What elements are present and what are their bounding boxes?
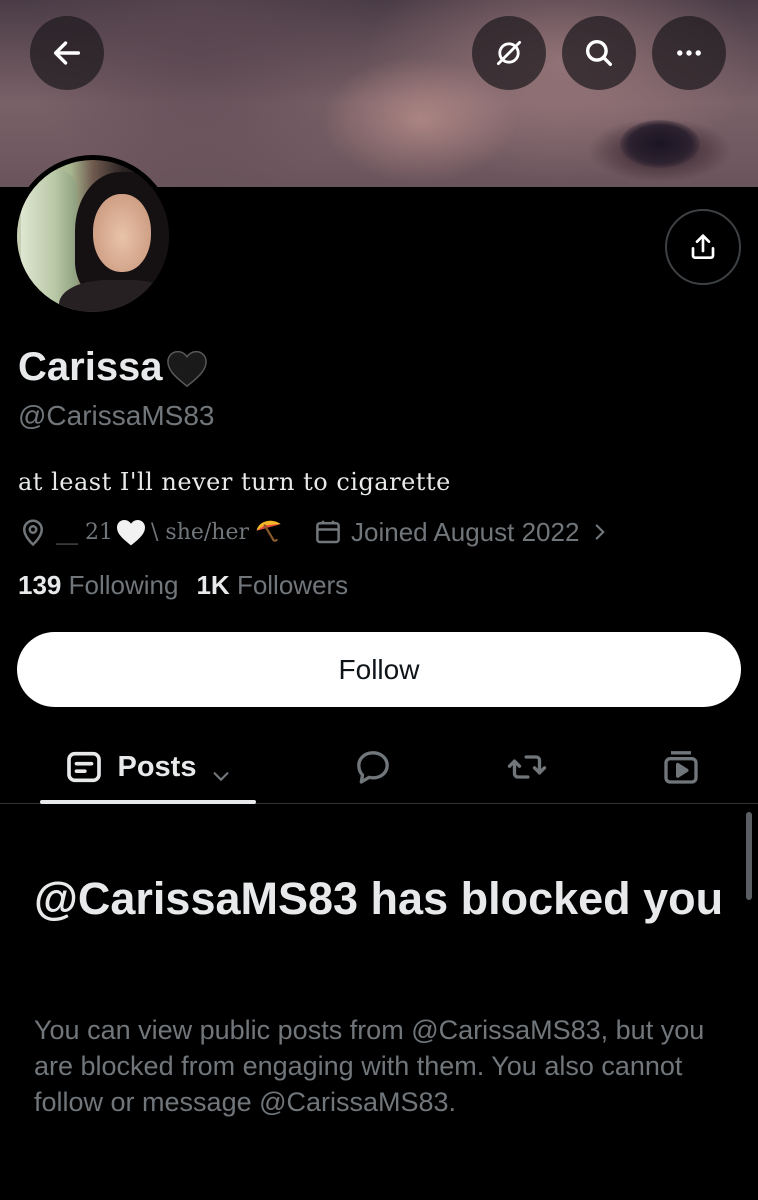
active-tab-indicator [40,800,256,804]
black-heart-icon [166,350,207,387]
display-name-text: Carissa [18,345,163,389]
following-count: 139 [18,570,62,600]
scrollbar[interactable] [746,812,752,900]
profile-location: __ 21 [56,519,113,545]
followers-stat[interactable]: 1K Followers [196,570,348,601]
profile-handle: @CarissaMS83 [18,400,215,431]
display-name: Carissa [18,345,209,390]
tab-replies[interactable] [338,732,408,802]
reply-bubble-icon [357,751,389,784]
joined-date[interactable]: Joined August 2022 [351,517,579,548]
chevron-right-icon[interactable] [589,519,611,545]
followers-count: 1K [196,570,230,600]
calendar-icon [313,517,343,547]
search-button[interactable] [562,16,636,90]
search-icon [585,39,613,67]
following-stat[interactable]: 139 Following [18,570,178,601]
profile-meta: __ 21 \ she/her Joined August 2022 [18,512,611,552]
avatar-photo-detail [93,194,151,272]
tab-media[interactable] [646,732,716,802]
more-options-button[interactable] [652,16,726,90]
share-button[interactable] [665,209,741,285]
profile-avatar[interactable] [12,155,174,317]
banner-photo-detail [620,120,700,168]
profile-screen: Carissa @CarissaMS83 at least I'll never… [0,0,758,1200]
media-icon [664,751,698,784]
white-heart-icon [115,517,147,547]
blocked-title: @CarissaMS83 has blocked you [34,873,724,924]
more-icon [677,50,701,56]
umbrella-icon [253,516,287,548]
follow-button[interactable]: Follow [17,632,741,707]
profile-pronouns: \ she/her [151,519,250,545]
posts-icon [66,751,101,783]
profile-tabs: Posts [0,732,758,804]
back-button[interactable] [30,16,104,90]
location-pin-icon [18,517,48,547]
followers-label: Followers [236,570,349,600]
tab-posts-label: Posts [117,750,197,783]
chevron-down-icon [210,756,232,782]
tab-posts[interactable]: Posts [40,732,256,802]
grok-button[interactable] [472,16,546,90]
share-icon [691,234,715,259]
repost-icon [507,755,547,779]
following-label: Following [68,570,179,600]
tab-reposts[interactable] [492,732,562,802]
follow-stats: 139 Following 1K Followers [18,570,348,601]
avatar-photo-detail [59,280,169,312]
profile-bio: at least I'll never turn to cigarette [18,468,451,496]
grok-icon [496,40,522,66]
arrow-left-icon [53,41,81,65]
blocked-description: You can view public posts from @CarissaM… [34,1015,705,1117]
